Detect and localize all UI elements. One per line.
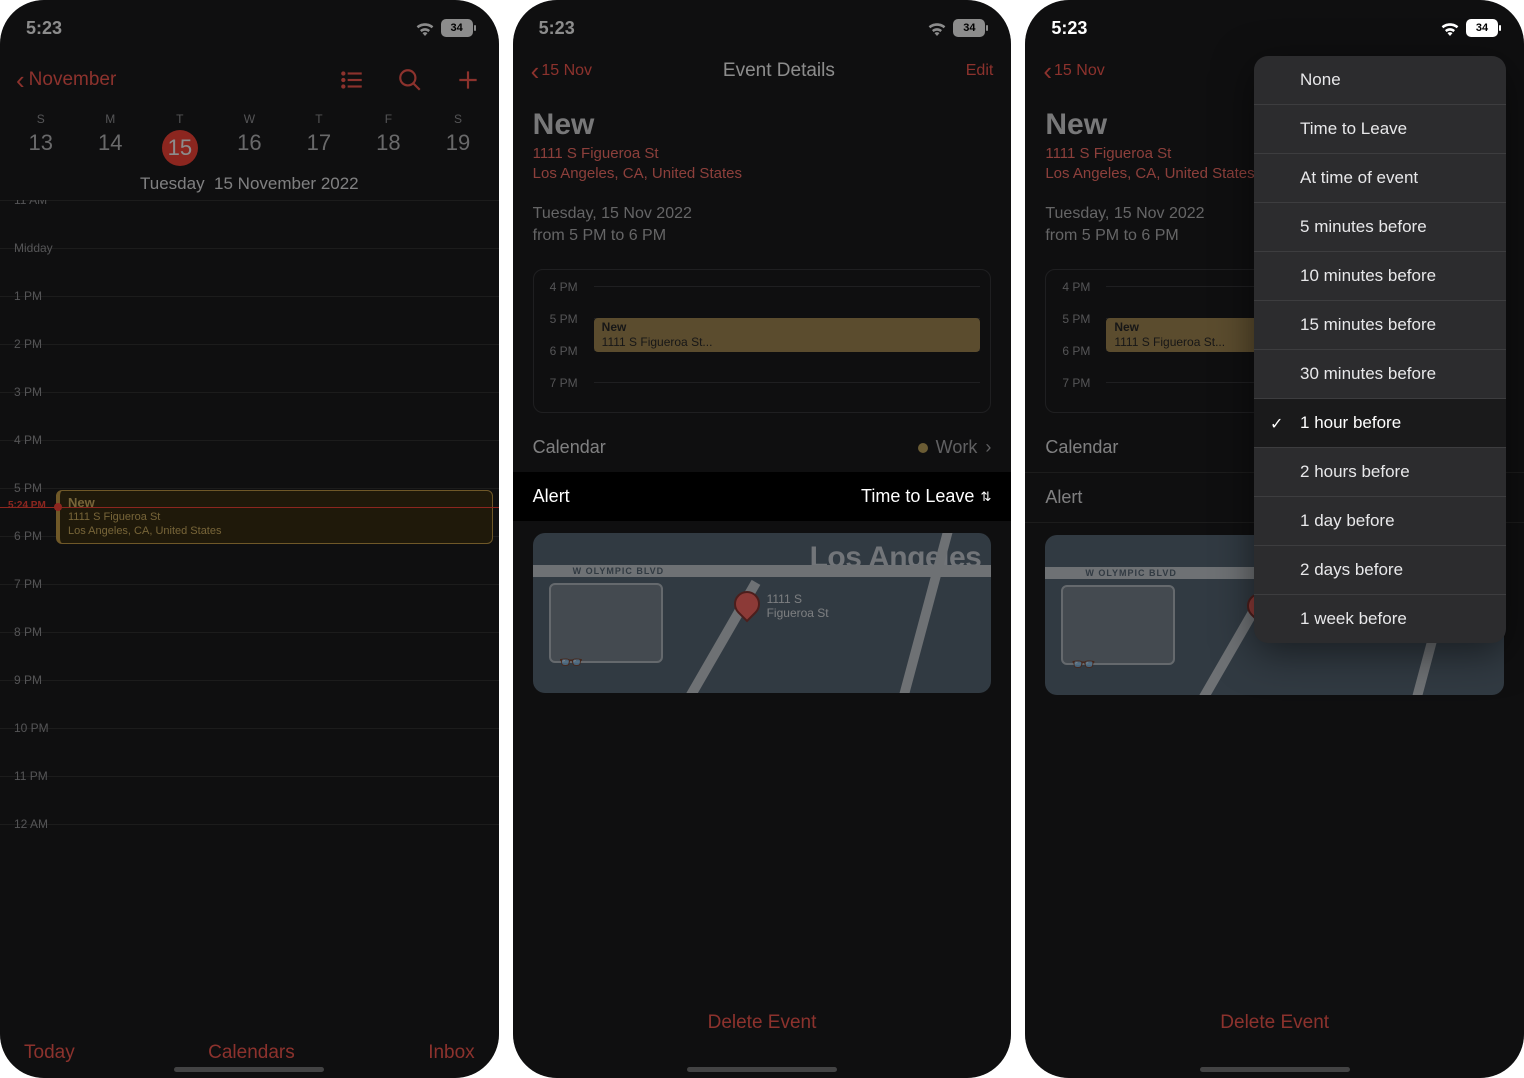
event-details-view: 5:23 34 ‹ 15 Nov Event Details Edit New … — [513, 0, 1012, 1078]
alert-option[interactable]: At time of event — [1254, 154, 1506, 203]
status-time: 5:23 — [539, 18, 575, 39]
mini-timeline[interactable]: 4 PM5 PM6 PM7 PMNew1111 S Figueroa St... — [533, 269, 992, 413]
current-time-indicator: 5:24 PM — [0, 507, 499, 508]
battery-icon: 34 — [1466, 19, 1498, 37]
alert-option[interactable]: 2 days before — [1254, 546, 1506, 595]
updown-icon: ⇅ — [980, 490, 991, 503]
wifi-icon — [415, 21, 435, 36]
chevron-right-icon: › — [985, 437, 991, 458]
home-indicator[interactable] — [687, 1067, 837, 1072]
details-nav: ‹ 15 Nov Event Details Edit — [513, 48, 1012, 94]
status-time: 5:23 — [1051, 18, 1087, 39]
back-button[interactable]: ‹ 15 Nov — [1043, 58, 1104, 84]
page-title: Event Details — [723, 60, 835, 82]
calendar-day-view: 5:23 34 ‹ November SMTWTFS 1314151617181… — [0, 0, 499, 1078]
delete-event-button[interactable]: Delete Event — [1025, 1012, 1524, 1034]
edit-button[interactable]: Edit — [966, 62, 994, 80]
battery-icon: 34 — [441, 19, 473, 37]
full-date: Tuesday 15 November 2022 — [0, 174, 499, 200]
timeline[interactable]: 11 AMMidday1 PM2 PM3 PM4 PM5 PM6 PM7 PM8… — [0, 200, 499, 900]
delete-event-button[interactable]: Delete Event — [513, 1012, 1012, 1034]
home-indicator[interactable] — [174, 1067, 324, 1072]
mini-event[interactable]: New1111 S Figueroa St... — [594, 318, 981, 352]
date-cell[interactable]: 13 — [6, 130, 76, 166]
alert-option[interactable]: 2 hours before — [1254, 448, 1506, 497]
back-button[interactable]: ‹ 15 Nov — [531, 58, 592, 84]
add-icon[interactable] — [453, 65, 483, 95]
calendar-color-dot — [918, 443, 928, 453]
date-cell[interactable]: 19 — [423, 130, 493, 166]
date-cell[interactable]: 16 — [215, 130, 285, 166]
alert-option[interactable]: 5 minutes before — [1254, 203, 1506, 252]
bottom-toolbar: Today Calendars Inbox — [0, 1042, 499, 1064]
event-location[interactable]: 1111 S Figueroa St Los Angeles, CA, Unit… — [533, 144, 992, 185]
map-pin-label: 1111 SFigueroa St — [767, 593, 829, 621]
alert-options-menu: NoneTime to LeaveAt time of event5 minut… — [1254, 56, 1506, 643]
back-label: November — [29, 69, 117, 91]
alert-option[interactable]: ✓1 hour before — [1254, 399, 1506, 448]
date-cell[interactable]: 18 — [354, 130, 424, 166]
today-button[interactable]: Today — [24, 1042, 75, 1064]
list-icon[interactable] — [337, 65, 367, 95]
alert-option[interactable]: None — [1254, 56, 1506, 105]
alert-option[interactable]: 1 week before — [1254, 595, 1506, 643]
alert-option[interactable]: 30 minutes before — [1254, 350, 1506, 399]
alert-option[interactable]: 10 minutes before — [1254, 252, 1506, 301]
status-bar: 5:23 34 — [0, 0, 499, 48]
chevron-left-icon: ‹ — [1043, 58, 1052, 84]
lookaround-icon[interactable]: 👓 — [559, 650, 584, 675]
status-bar: 5:23 34 — [513, 0, 1012, 48]
wifi-icon — [927, 21, 947, 36]
alert-row[interactable]: Alert Time to Leave⇅ — [513, 472, 1012, 521]
status-bar: 5:23 34 — [1025, 0, 1524, 48]
date-row[interactable]: 13141516171819 — [0, 126, 499, 174]
location-map[interactable]: Los AngelesW OLYMPIC BLVD1111 SFigueroa … — [533, 533, 992, 693]
calendar-row[interactable]: Calendar Work› — [513, 423, 1012, 472]
alert-option[interactable]: 1 day before — [1254, 497, 1506, 546]
calendars-button[interactable]: Calendars — [208, 1042, 295, 1064]
calendar-event[interactable]: New1111 S Figueroa StLos Angeles, CA, Un… — [56, 490, 493, 544]
alert-option[interactable]: Time to Leave — [1254, 105, 1506, 154]
wifi-icon — [1440, 21, 1460, 36]
event-datetime: Tuesday, 15 Nov 2022 from 5 PM to 6 PM — [533, 203, 992, 248]
status-time: 5:23 — [26, 18, 62, 39]
chevron-left-icon: ‹ — [16, 67, 25, 93]
event-details-alert-picker: 5:23 34 ‹ 15 Nov New 1111 S Figueroa St … — [1025, 0, 1524, 1078]
date-cell[interactable]: 17 — [284, 130, 354, 166]
search-icon[interactable] — [395, 65, 425, 95]
chevron-left-icon: ‹ — [531, 58, 540, 84]
inbox-button[interactable]: Inbox — [428, 1042, 474, 1064]
home-indicator[interactable] — [1200, 1067, 1350, 1072]
battery-icon: 34 — [953, 19, 985, 37]
event-name: New — [533, 108, 992, 142]
date-cell[interactable]: 14 — [76, 130, 146, 166]
back-button[interactable]: ‹ November — [16, 67, 116, 93]
date-cell[interactable]: 15 — [145, 130, 215, 166]
lookaround-icon[interactable]: 👓 — [1071, 652, 1096, 677]
calendar-nav: ‹ November — [0, 48, 499, 112]
checkmark-icon: ✓ — [1270, 414, 1283, 434]
alert-option[interactable]: 15 minutes before — [1254, 301, 1506, 350]
weekday-header: SMTWTFS — [0, 112, 499, 126]
